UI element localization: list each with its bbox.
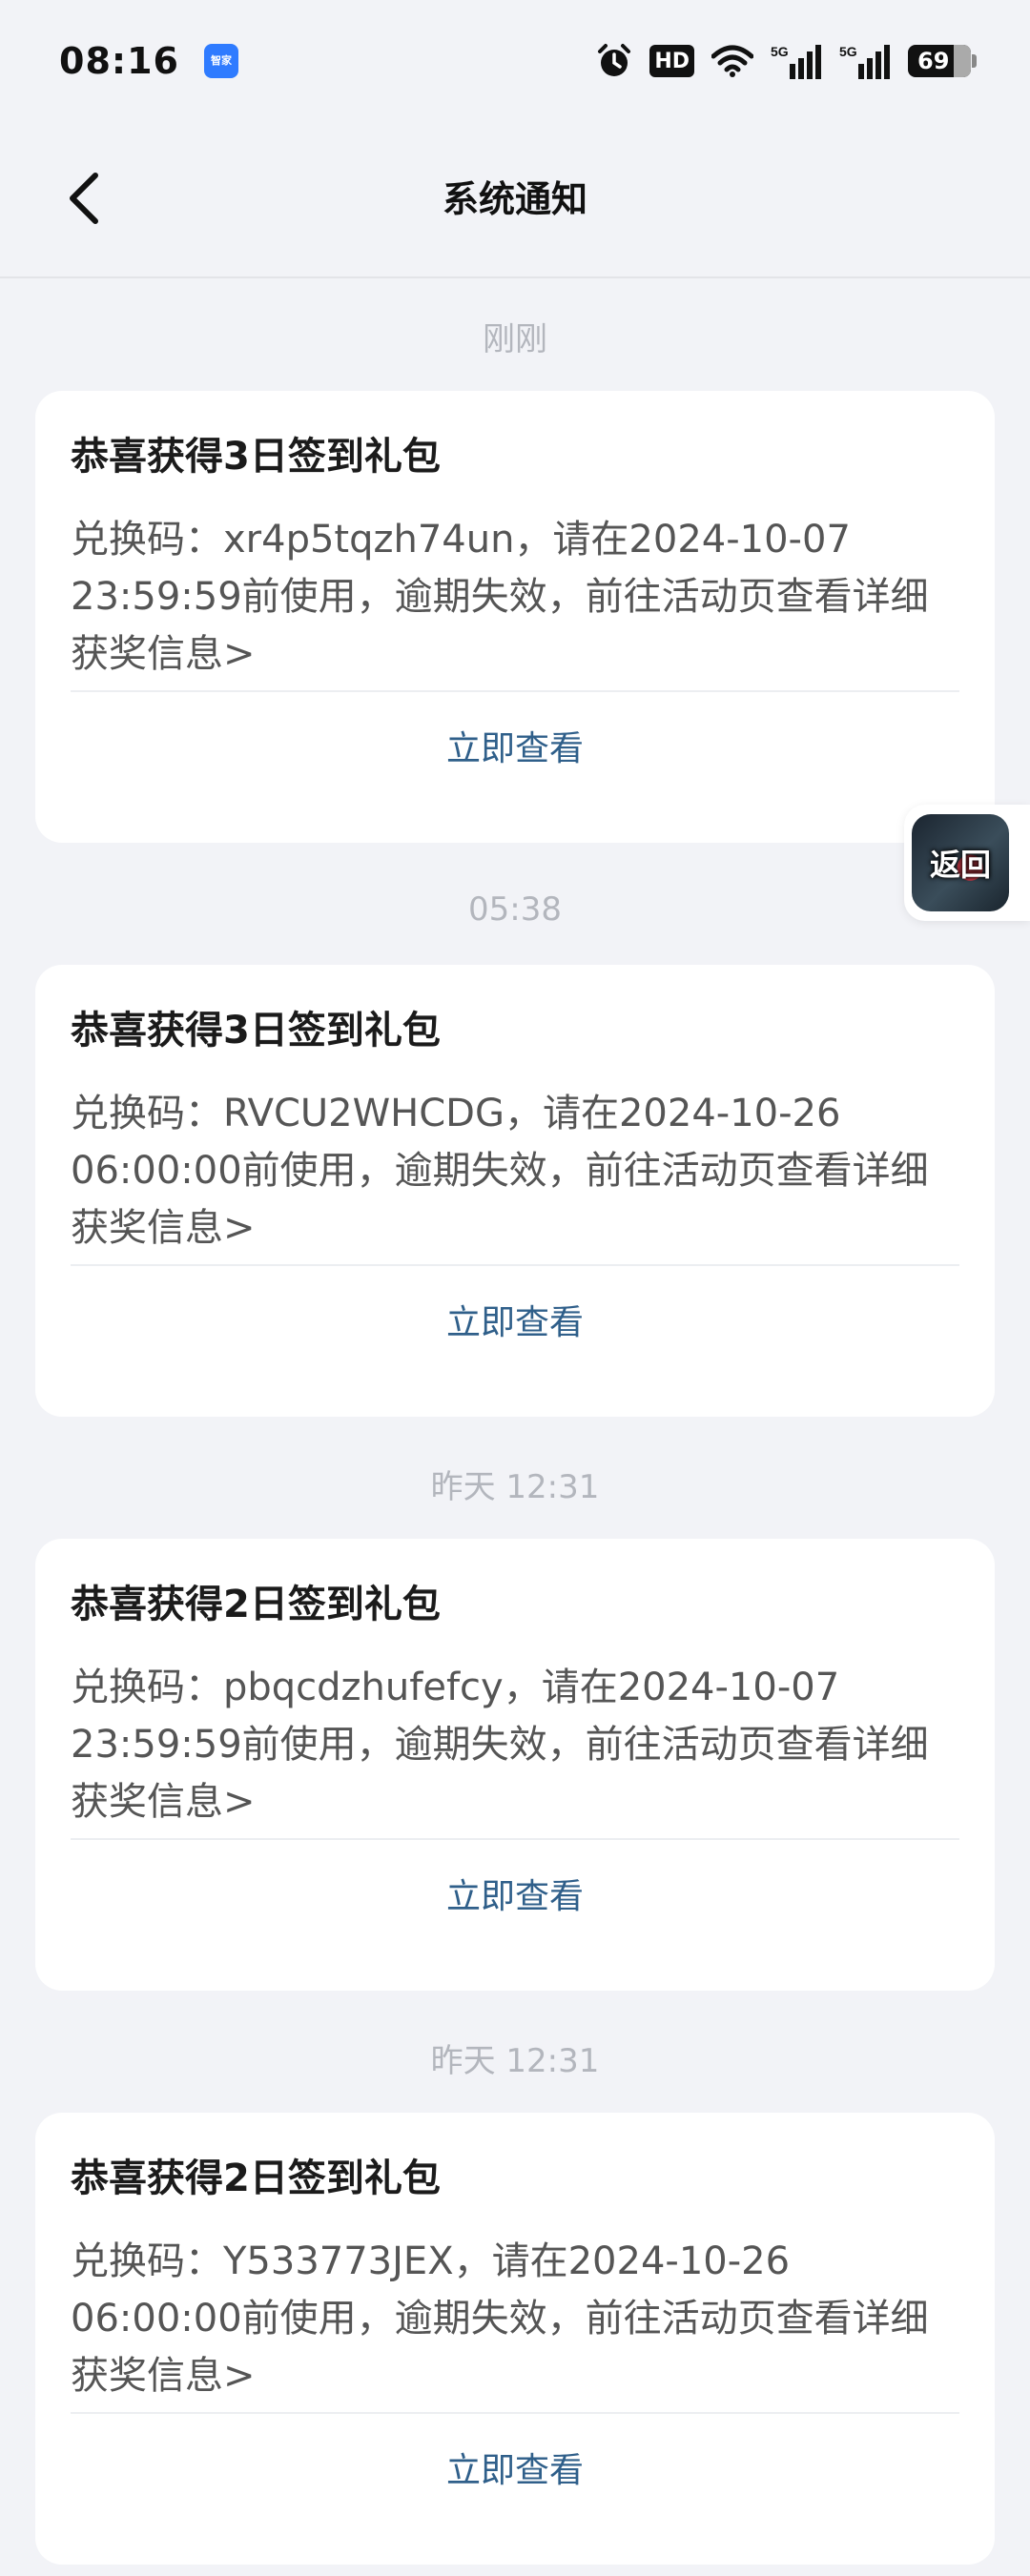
status-left: 08:16 智家 [59, 40, 238, 82]
notification-timestamp: 昨天 12:31 [430, 1467, 600, 1506]
cellular-signal-1-icon: 5G [771, 44, 821, 79]
nav-bar: 系统通知 [0, 122, 1030, 278]
page-title: 系统通知 [442, 178, 587, 220]
notification-card[interactable]: 恭喜获得2日签到礼包 兑换码：pbqcdzhufefcy，请在2024-10-0… [35, 1539, 995, 1991]
view-now-button[interactable]: 立即查看 [71, 692, 959, 799]
notification-item: 昨天 12:31 恭喜获得2日签到礼包 兑换码：pbqcdzhufefcy，请在… [0, 1428, 1030, 1991]
notification-card[interactable]: 恭喜获得3日签到礼包 兑换码：xr4p5tqzh74un，请在2024-10-0… [35, 391, 995, 843]
notification-title: 恭喜获得3日签到礼包 [71, 1009, 441, 1053]
notification-card[interactable]: 恭喜获得2日签到礼包 兑换码：Y533773JEX，请在2024-10-26 0… [35, 2113, 995, 2565]
notification-timestamp: 昨天 12:31 [430, 2041, 600, 2080]
app-notification-icon: 智家 [203, 44, 238, 78]
notification-timestamp: 刚刚 [483, 319, 547, 358]
network-type-1: 5G [771, 44, 789, 59]
notification-body[interactable]: 兑换码：Y533773JEX，请在2024-10-26 06:00:00前使用，… [71, 2233, 959, 2412]
return-label: 返回 [929, 847, 991, 883]
return-thumbnail: 返回 [912, 814, 1009, 911]
wifi-icon [711, 45, 753, 77]
notification-title: 恭喜获得3日签到礼包 [71, 435, 441, 479]
notification-title: 恭喜获得2日签到礼包 [71, 1583, 441, 1626]
status-time: 08:16 [59, 40, 179, 82]
status-right: HD 5G 5G 69 [596, 43, 977, 79]
alarm-icon [598, 44, 631, 76]
notification-list: 刚刚 恭喜获得3日签到礼包 兑换码：xr4p5tqzh74un，请在2024-1… [0, 280, 1030, 2576]
notification-body[interactable]: 兑换码：xr4p5tqzh74un，请在2024-10-07 23:59:59前… [71, 511, 959, 690]
notification-item: 刚刚 恭喜获得3日签到礼包 兑换码：xr4p5tqzh74un，请在2024-1… [0, 280, 1030, 843]
notification-item: 昨天 12:31 恭喜获得2日签到礼包 兑换码：Y533773JEX，请在202… [0, 2002, 1030, 2565]
status-bar: 08:16 智家 HD 5G 5G 69 [0, 0, 1030, 122]
network-type-2: 5G [839, 44, 857, 59]
view-now-button[interactable]: 立即查看 [71, 1266, 959, 1373]
floating-return-button[interactable]: 返回 [904, 805, 1030, 921]
notification-body[interactable]: 兑换码：RVCU2WHCDG，请在2024-10-26 06:00:00前使用，… [71, 1085, 959, 1264]
battery-level: 69 [917, 48, 950, 74]
view-now-button[interactable]: 立即查看 [71, 1840, 959, 1947]
notification-body[interactable]: 兑换码：pbqcdzhufefcy，请在2024-10-07 23:59:59前… [71, 1659, 959, 1838]
notification-item: 05:38 恭喜获得3日签到礼包 兑换码：RVCU2WHCDG，请在2024-1… [0, 854, 1030, 1417]
notification-card[interactable]: 恭喜获得3日签到礼包 兑换码：RVCU2WHCDG，请在2024-10-26 0… [35, 965, 995, 1417]
battery-icon: 69 [908, 45, 977, 77]
cellular-signal-2-icon: 5G [839, 44, 890, 79]
hd-voice-icon: HD [649, 45, 694, 77]
notification-title: 恭喜获得2日签到礼包 [71, 2157, 441, 2200]
notification-timestamp: 05:38 [468, 890, 562, 929]
view-now-button[interactable]: 立即查看 [71, 2414, 959, 2521]
